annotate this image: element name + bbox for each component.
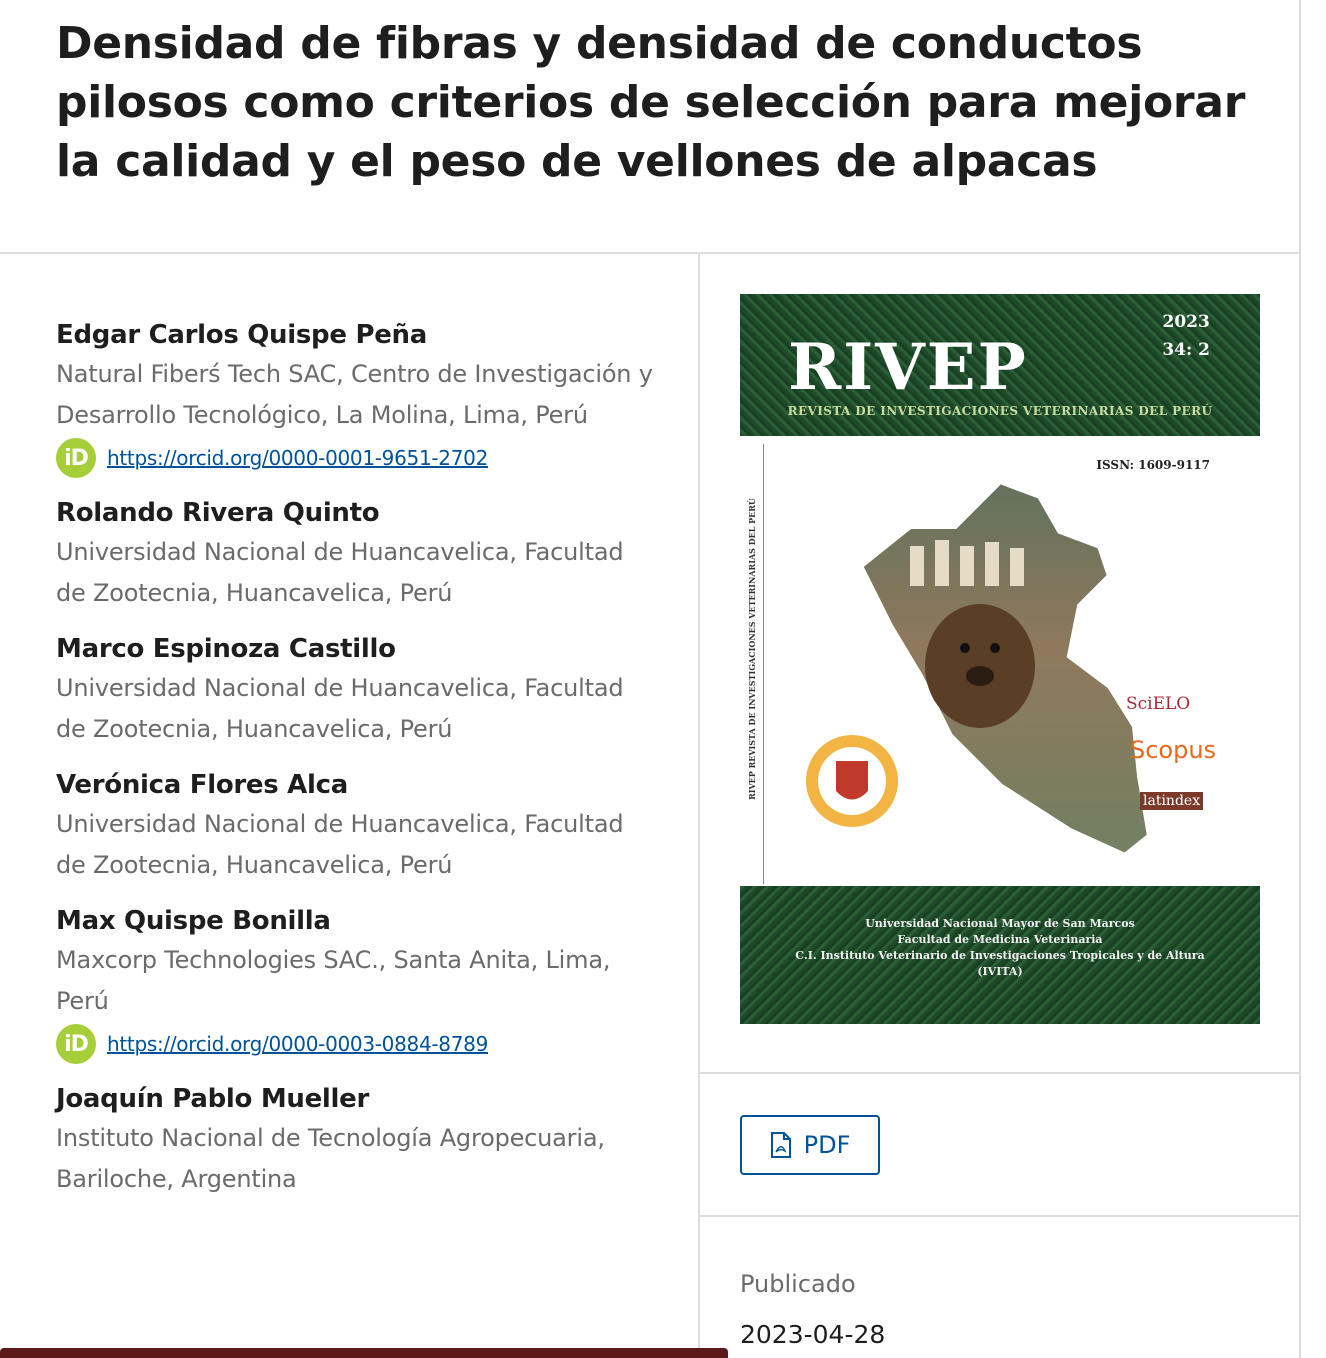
cover-issn: ISSN: 1609-9117 — [1096, 458, 1210, 472]
article-title-block: Densidad de fibras y densidad de conduct… — [56, 14, 1256, 191]
cover-institution-line: Universidad Nacional Mayor de San Marcos — [865, 917, 1135, 930]
orcid-row: iD https://orcid.org/0000-0001-9651-2702 — [56, 438, 656, 478]
right-border — [1299, 0, 1301, 1358]
pdf-button-label: PDF — [803, 1131, 851, 1159]
cover-header: RIVEP 2023 34: 2 REVISTA DE INVESTIGACIO… — [740, 294, 1260, 436]
cover-spine: RIVEP REVISTA DE INVESTIGACIONES VETERIN… — [742, 444, 764, 884]
orcid-icon: iD — [56, 438, 96, 478]
issue-cover-image[interactable]: RIVEP 2023 34: 2 REVISTA DE INVESTIGACIO… — [740, 294, 1260, 1024]
authors-list: Edgar Carlos Quispe Peña Natural Fiberś … — [56, 316, 656, 1216]
author-affiliation: Universidad Nacional de Huancavelica, Fa… — [56, 538, 624, 607]
peru-map-illustration — [806, 477, 1154, 860]
pdf-download-button[interactable]: PDF — [740, 1115, 880, 1175]
cover-spine-text: RIVEP REVISTA DE INVESTIGACIONES VETERIN… — [747, 498, 757, 800]
article-title: Densidad de fibras y densidad de conduct… — [56, 18, 1246, 187]
orcid-link[interactable]: https://orcid.org/0000-0001-9651-2702 — [107, 446, 488, 470]
cover-body: SciELO Scopus latindex — [740, 436, 1260, 886]
scielo-logo: SciELO — [1126, 694, 1191, 714]
author-affiliation: Maxcorp Technologies SAC., Santa Anita, … — [56, 946, 611, 1015]
author-item: Marco Espinoza Castillo Universidad Naci… — [56, 630, 656, 750]
cover-institution-line: (IVITA) — [977, 965, 1023, 978]
author-name: Edgar Carlos Quispe Peña — [56, 320, 427, 350]
author-name: Rolando Rivera Quinto — [56, 498, 380, 528]
published-label: Publicado — [740, 1270, 856, 1298]
author-name: Max Quispe Bonilla — [56, 906, 331, 936]
pdf-divider — [700, 1215, 1300, 1217]
author-name: Verónica Flores Alca — [56, 770, 348, 800]
scopus-logo: Scopus — [1130, 736, 1217, 764]
author-affiliation: Instituto Nacional de Tecnología Agropec… — [56, 1124, 605, 1193]
cover-institution-line: C.I. Instituto Veterinario de Investigac… — [795, 949, 1205, 962]
title-divider — [0, 252, 1300, 254]
author-name: Marco Espinoza Castillo — [56, 634, 396, 664]
author-item: Rolando Rivera Quinto Universidad Nacion… — [56, 494, 656, 614]
author-item: Joaquín Pablo Mueller Instituto Nacional… — [56, 1080, 656, 1200]
author-item: Edgar Carlos Quispe Peña Natural Fiberś … — [56, 316, 656, 478]
pdf-file-icon — [770, 1132, 791, 1158]
university-seal — [806, 735, 898, 827]
author-item: Verónica Flores Alca Universidad Naciona… — [56, 766, 656, 886]
cover-year: 2023 — [1162, 312, 1210, 332]
column-divider — [698, 253, 700, 1358]
author-affiliation: Universidad Nacional de Huancavelica, Fa… — [56, 674, 624, 743]
cover-divider — [700, 1072, 1300, 1074]
cover-brand: RIVEP — [788, 330, 1028, 405]
cover-institution-line: Facultad de Medicina Veterinaria — [897, 933, 1103, 946]
author-item: Max Quispe Bonilla Maxcorp Technologies … — [56, 902, 656, 1064]
latindex-logo: latindex — [1140, 792, 1204, 810]
cover-volume: 34: 2 — [1162, 340, 1210, 360]
orcid-row: iD https://orcid.org/0000-0003-0884-8789 — [56, 1024, 656, 1064]
orcid-link[interactable]: https://orcid.org/0000-0003-0884-8789 — [107, 1032, 488, 1056]
cover-subtitle: REVISTA DE INVESTIGACIONES VETERINARIAS … — [787, 404, 1213, 418]
cover-institution: Universidad Nacional Mayor de San Marcos… — [770, 916, 1230, 980]
cover-issue: 2023 34: 2 — [1162, 308, 1210, 364]
author-affiliation: Natural Fiberś Tech SAC, Centro de Inves… — [56, 360, 653, 429]
cover-footer: Universidad Nacional Mayor de San Marcos… — [740, 886, 1260, 1024]
orcid-icon: iD — [56, 1024, 96, 1064]
author-affiliation: Universidad Nacional de Huancavelica, Fa… — [56, 810, 624, 879]
author-name: Joaquín Pablo Mueller — [56, 1084, 370, 1114]
article-page: Densidad de fibras y densidad de conduct… — [0, 0, 1326, 1358]
published-date: 2023-04-28 — [740, 1320, 886, 1349]
bottom-bar — [0, 1348, 728, 1358]
